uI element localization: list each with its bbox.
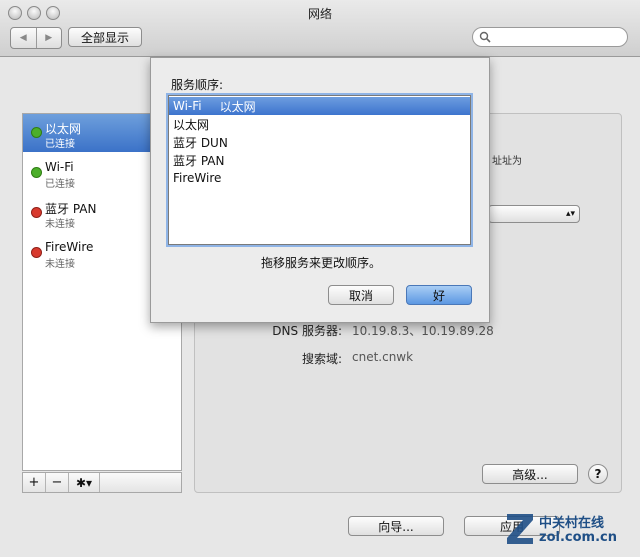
search-domain-label: 搜索域: [301, 352, 342, 366]
order-item-firewire[interactable]: FireWire [169, 169, 470, 187]
order-item-label: Wi-Fi [173, 99, 202, 113]
zol-logo-icon [507, 514, 533, 544]
gear-icon[interactable]: ✱▾ [69, 473, 100, 492]
add-service-button[interactable]: + [23, 473, 46, 492]
order-item-label: 以太网 [173, 117, 210, 132]
watermark: 中关村在线 zol.com.cn [505, 508, 635, 554]
service-status: 未连接 [45, 219, 75, 230]
status-green-dot-icon [31, 127, 42, 138]
service-name: Wi-Fi [45, 160, 74, 174]
sheet-title: 服务顺序: [171, 78, 224, 92]
cancel-button[interactable]: 取消 [328, 285, 394, 305]
status-green-dot-icon [31, 167, 42, 178]
dns-label: DNS 服务器: [272, 324, 342, 338]
service-name: FireWire [45, 240, 94, 254]
dragged-item-label: 以太网 [219, 99, 256, 114]
order-item-bluetooth-pan[interactable]: 蓝牙 PAN [169, 151, 470, 169]
watermark-domain: zol.com.cn [539, 530, 617, 545]
order-item-label: 蓝牙 DUN [173, 135, 228, 150]
search-domain-value: cnet.cnwk [352, 350, 414, 364]
nav-back-forward: ◀ ▶ [10, 27, 62, 49]
sheet-hint: 拖移服务来更改顺序。 [260, 256, 381, 270]
assist-button[interactable]: 向导... [348, 516, 444, 536]
order-item-bluetooth-dun[interactable]: 蓝牙 DUN [169, 133, 470, 151]
forward-arrow-icon[interactable]: ▶ [37, 28, 62, 48]
service-status: 未连接 [45, 259, 75, 270]
back-arrow-icon[interactable]: ◀ [11, 28, 37, 48]
order-item-label: FireWire [173, 171, 222, 185]
service-status: 已连接 [45, 179, 75, 190]
search-input[interactable] [472, 27, 628, 47]
help-button[interactable]: ? [588, 464, 608, 484]
advanced-button[interactable]: 高级... [482, 464, 578, 484]
service-order-sheet: 服务顺序: Wi-Fi 以太网 以太网 蓝牙 DUN 蓝牙 PAN FireWi… [150, 57, 490, 323]
search-icon [479, 31, 491, 43]
status-red-dot-icon [31, 207, 42, 218]
watermark-brand: 中关村在线 [539, 516, 605, 531]
order-item-label: 蓝牙 PAN [173, 153, 225, 168]
status-red-dot-icon [31, 247, 42, 258]
configure-select[interactable]: ▴▾ [488, 205, 580, 223]
window-title: 网络 [307, 7, 332, 21]
order-item-ethernet[interactable]: 以太网 [169, 115, 470, 133]
service-order-list: Wi-Fi 以太网 以太网 蓝牙 DUN 蓝牙 PAN FireWire [168, 95, 471, 245]
order-item-wifi[interactable]: Wi-Fi 以太网 [169, 97, 470, 115]
show-all-button[interactable]: 全部显示 [68, 27, 142, 47]
partial-text: 址址为 [492, 156, 522, 167]
service-status: 已连接 [45, 139, 75, 150]
service-list-toolbar: + − ✱▾ [22, 472, 182, 493]
title-bar: 网络 ◀ ▶ 全部显示 [0, 0, 640, 57]
remove-service-button[interactable]: − [46, 473, 69, 492]
dns-value: 10.19.8.3、10.19.89.28 [352, 324, 494, 338]
ok-button[interactable]: 好 [406, 285, 472, 305]
